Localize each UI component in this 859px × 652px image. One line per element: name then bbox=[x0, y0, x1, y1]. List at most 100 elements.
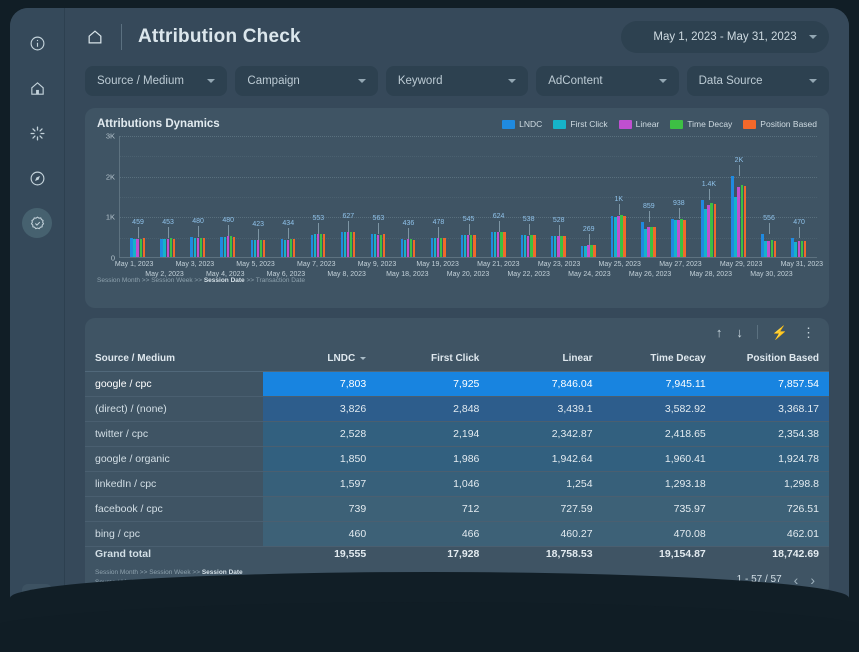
bar[interactable] bbox=[229, 236, 233, 257]
bar[interactable] bbox=[641, 222, 644, 257]
bar[interactable] bbox=[292, 239, 296, 257]
bar[interactable] bbox=[587, 245, 590, 257]
bar[interactable] bbox=[737, 187, 740, 257]
bar[interactable] bbox=[467, 234, 470, 257]
bolt-icon[interactable]: ⚡ bbox=[772, 326, 788, 339]
bar[interactable] bbox=[493, 232, 497, 257]
bar[interactable] bbox=[800, 241, 803, 257]
bar[interactable] bbox=[797, 241, 800, 257]
bar[interactable] bbox=[403, 239, 407, 257]
bar[interactable] bbox=[160, 238, 163, 257]
bar[interactable] bbox=[590, 245, 593, 257]
bar[interactable] bbox=[713, 204, 716, 257]
bar[interactable] bbox=[383, 234, 386, 257]
bar[interactable] bbox=[623, 215, 626, 257]
bar[interactable] bbox=[460, 234, 464, 257]
bar-group[interactable]: 1K bbox=[604, 136, 634, 257]
bar[interactable] bbox=[316, 234, 320, 257]
bar[interactable] bbox=[644, 228, 647, 257]
bar[interactable] bbox=[550, 235, 554, 257]
bar[interactable] bbox=[671, 218, 674, 257]
bar[interactable] bbox=[283, 239, 287, 257]
bar[interactable] bbox=[584, 245, 587, 257]
table-row[interactable]: twitter / cpc 2,528 2,194 2,342.87 2,418.65 2… bbox=[85, 421, 829, 447]
bar-group[interactable]: 480 bbox=[213, 136, 243, 257]
legend-item[interactable]: First Click bbox=[553, 119, 608, 129]
bar[interactable] bbox=[680, 219, 683, 257]
bar[interactable] bbox=[704, 209, 707, 257]
bar[interactable] bbox=[490, 231, 494, 257]
table-row[interactable]: linkedIn / cpc 1,597 1,046 1,254 1,293.18 1,2… bbox=[85, 471, 829, 497]
bar[interactable] bbox=[533, 235, 536, 257]
bar-group[interactable]: 859 bbox=[634, 136, 664, 257]
bar-group[interactable]: 556 bbox=[754, 136, 784, 257]
bar-group[interactable]: 938 bbox=[664, 136, 694, 257]
bar[interactable] bbox=[133, 238, 136, 257]
bar[interactable] bbox=[614, 217, 617, 257]
table-row[interactable]: google / organic 1,850 1,986 1,942.64 1,960.… bbox=[85, 446, 829, 472]
bar-group[interactable]: 545 bbox=[454, 136, 484, 257]
bar[interactable] bbox=[196, 237, 199, 257]
bar-group[interactable]: 563 bbox=[363, 136, 393, 257]
sort-desc-icon[interactable]: ↓ bbox=[736, 326, 743, 339]
bar[interactable] bbox=[650, 226, 653, 257]
bar[interactable] bbox=[520, 235, 524, 257]
sidebar-item-attribution[interactable] bbox=[22, 208, 52, 238]
legend-item[interactable]: Linear bbox=[618, 119, 659, 129]
bar[interactable] bbox=[500, 231, 503, 257]
bar[interactable] bbox=[593, 245, 596, 257]
table-row[interactable]: bing / cpc 460 466 460.27 470.08 462.01 bbox=[85, 521, 829, 547]
filter-keyword[interactable]: Keyword bbox=[385, 66, 529, 96]
bar[interactable] bbox=[413, 239, 416, 257]
bar[interactable] bbox=[352, 231, 356, 257]
bar[interactable] bbox=[503, 232, 506, 257]
breadcrumb-home-icon[interactable] bbox=[85, 27, 105, 47]
bar[interactable] bbox=[232, 236, 236, 257]
bar-group[interactable]: 423 bbox=[243, 136, 273, 257]
info-icon[interactable] bbox=[22, 28, 52, 58]
bar[interactable] bbox=[406, 239, 410, 257]
bar[interactable] bbox=[163, 238, 166, 257]
column-header-linear[interactable]: Linear bbox=[489, 346, 603, 372]
bar[interactable] bbox=[770, 240, 773, 257]
bar[interactable] bbox=[280, 239, 283, 257]
bar[interactable] bbox=[794, 241, 797, 257]
bar[interactable] bbox=[740, 185, 743, 257]
bar[interactable] bbox=[376, 234, 380, 257]
bar[interactable] bbox=[199, 237, 203, 257]
bar-group[interactable]: 459 bbox=[123, 136, 153, 257]
bar[interactable] bbox=[343, 232, 347, 257]
bar[interactable] bbox=[262, 240, 266, 257]
bar[interactable] bbox=[791, 237, 794, 257]
filter-adcontent[interactable]: AdContent bbox=[536, 66, 679, 96]
bar-group[interactable]: 627 bbox=[333, 136, 363, 257]
bar[interactable] bbox=[611, 216, 614, 257]
bar[interactable] bbox=[142, 238, 146, 257]
home-icon[interactable] bbox=[22, 73, 52, 103]
filter-campaign[interactable]: Campaign bbox=[235, 66, 378, 96]
bar[interactable] bbox=[653, 227, 656, 257]
bar[interactable] bbox=[370, 234, 374, 257]
bar[interactable] bbox=[764, 240, 767, 257]
bar[interactable] bbox=[190, 237, 193, 257]
bar-group[interactable]: 553 bbox=[303, 136, 333, 257]
bar[interactable] bbox=[563, 235, 566, 257]
bar[interactable] bbox=[743, 186, 746, 257]
table-row[interactable]: (direct) / (none) 3,826 2,848 3,439.1 3,582.… bbox=[85, 396, 829, 422]
bar[interactable] bbox=[223, 236, 226, 257]
next-page-icon[interactable]: › bbox=[810, 572, 815, 588]
bar[interactable] bbox=[497, 232, 500, 257]
bar[interactable] bbox=[710, 203, 713, 257]
bar[interactable] bbox=[707, 204, 710, 257]
bar[interactable] bbox=[683, 219, 686, 257]
bar[interactable] bbox=[647, 227, 650, 257]
bar[interactable] bbox=[674, 220, 677, 257]
bar[interactable] bbox=[617, 215, 620, 257]
bar-group[interactable]: 478 bbox=[423, 136, 453, 257]
bar[interactable] bbox=[379, 234, 383, 257]
bar[interactable] bbox=[734, 196, 737, 257]
bar[interactable] bbox=[767, 240, 770, 257]
bar[interactable] bbox=[166, 238, 169, 257]
bar[interactable] bbox=[581, 246, 584, 257]
sparkle-icon[interactable] bbox=[22, 118, 52, 148]
